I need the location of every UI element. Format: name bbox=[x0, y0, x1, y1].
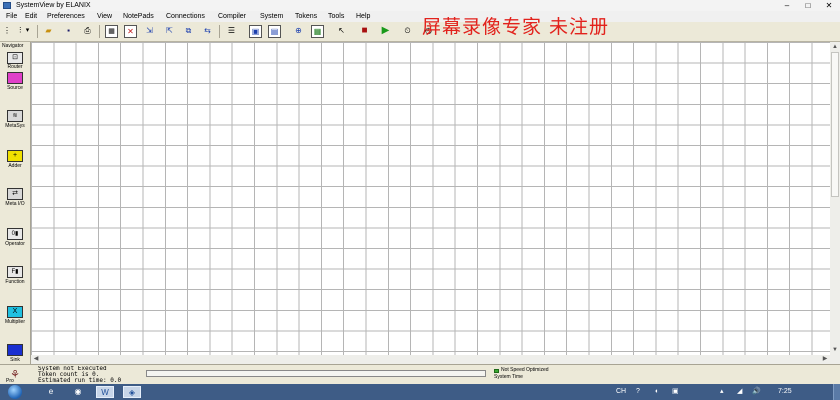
toolbar-grip-icon: ⋮ bbox=[3, 26, 11, 35]
horizontal-scrollbar[interactable]: ◀ ▶ bbox=[31, 355, 840, 364]
navigator-item-label: Sink bbox=[10, 357, 20, 363]
operator-icon: 0▮ bbox=[7, 228, 23, 240]
design-workspace[interactable] bbox=[31, 42, 830, 355]
close-button[interactable]: ✕ bbox=[821, 0, 837, 11]
tray-show-hidden-icon[interactable]: ▴ bbox=[720, 386, 724, 398]
menu-notepads[interactable]: NotePads bbox=[123, 12, 154, 21]
metasystem-icon[interactable]: ▣ bbox=[249, 25, 262, 38]
stop-icon[interactable]: ■ bbox=[358, 25, 371, 38]
tray-help-icon[interactable]: ? bbox=[636, 386, 640, 398]
menu-tokens[interactable]: Tokens bbox=[295, 12, 317, 21]
optimization-panel: Not Speed Optimized System Time bbox=[492, 367, 602, 384]
root-locus-icon[interactable]: ⊕ bbox=[292, 25, 305, 38]
menu-help[interactable]: Help bbox=[356, 12, 370, 21]
grid-icon[interactable]: ▦ bbox=[105, 25, 118, 38]
source-icon bbox=[7, 72, 23, 84]
navigator-item-label: Operator bbox=[5, 241, 25, 247]
connect-icon[interactable]: ⇲ bbox=[143, 25, 156, 38]
menu-bar: File Edit Preferences View NotePads Conn… bbox=[0, 11, 840, 22]
taskbar-systemview-icon[interactable]: ◈ bbox=[123, 386, 141, 398]
tray-volume-icon[interactable]: 🔊 bbox=[752, 386, 761, 398]
optimize-label: Not Speed Optimized bbox=[501, 367, 549, 373]
clock-icon[interactable]: ⏲ bbox=[401, 25, 414, 38]
toolbar-separator bbox=[219, 25, 220, 38]
open-folder-icon[interactable]: ▰ bbox=[42, 25, 55, 38]
toolbar-separator bbox=[37, 25, 38, 38]
vertical-scrollbar[interactable]: ▲ ▼ bbox=[830, 42, 840, 355]
navigator-title: Navigator bbox=[2, 43, 24, 49]
sink-icon bbox=[7, 344, 23, 356]
start-button[interactable] bbox=[8, 385, 22, 399]
app-icon[interactable] bbox=[3, 2, 11, 9]
system-message-box: System not Executed Token count is 0. Es… bbox=[38, 366, 142, 385]
taskbar-ie-icon[interactable]: e bbox=[42, 386, 60, 398]
menu-edit[interactable]: Edit bbox=[25, 12, 37, 21]
window-title: SystemView by ELANIX bbox=[16, 2, 91, 9]
navigator-item-label: Function bbox=[5, 279, 25, 285]
navigator-item-label: MetaSys bbox=[5, 123, 25, 129]
navigator-item-label: Multiplier bbox=[4, 319, 25, 325]
tray-network-icon[interactable]: ◢ bbox=[737, 386, 742, 398]
menu-connections[interactable]: Connections bbox=[166, 12, 205, 21]
notepad-icon[interactable]: ☰ bbox=[225, 25, 238, 38]
duplicate-icon[interactable]: ⧉ bbox=[182, 25, 195, 38]
menu-view[interactable]: View bbox=[97, 12, 112, 21]
pointer-icon[interactable]: ↖ bbox=[335, 25, 348, 38]
router-icon: ⊡ bbox=[7, 52, 23, 64]
scroll-up-icon[interactable]: ▲ bbox=[830, 42, 840, 52]
tray-ime-icon[interactable]: ◐ bbox=[655, 386, 659, 398]
menu-system[interactable]: System bbox=[260, 12, 283, 21]
menu-compiler[interactable]: Compiler bbox=[218, 12, 246, 21]
menu-file[interactable]: File bbox=[6, 12, 17, 21]
navigator-item-label: Source bbox=[7, 85, 23, 91]
tray-app-icon[interactable]: ▣ bbox=[672, 386, 679, 398]
vertical-scroll-thumb[interactable] bbox=[831, 52, 839, 197]
menu-preferences[interactable]: Preferences bbox=[47, 12, 85, 21]
status-bar: ⚘ Pro System not Executed Token count is… bbox=[0, 364, 840, 385]
taskbar-clock[interactable]: 7:25 bbox=[778, 386, 792, 398]
scroll-left-icon[interactable]: ◀ bbox=[31, 355, 41, 364]
toolbar-dropdown-icon[interactable]: ⋮ ▾ bbox=[12, 25, 34, 38]
taskbar-word-icon[interactable]: W bbox=[96, 386, 114, 398]
multiplier-icon: X bbox=[7, 306, 23, 318]
watermark: 屏幕录像专家 未注册 bbox=[422, 16, 610, 38]
maximize-button[interactable]: □ bbox=[800, 0, 816, 11]
scroll-right-icon[interactable]: ▶ bbox=[820, 355, 830, 364]
progress-bar bbox=[146, 370, 486, 377]
delete-icon[interactable]: ✕ bbox=[124, 25, 137, 38]
function-icon: F▮ bbox=[7, 266, 23, 278]
meta-io-icon: ⇄ bbox=[7, 188, 23, 200]
taskbar-media-icon[interactable]: ◉ bbox=[69, 386, 87, 398]
toolbar-separator bbox=[99, 25, 100, 38]
taskbar: e ◉ W ◈ CH ? ◐ ▣ ▴ ◢ 🔊 7:25 bbox=[0, 384, 840, 400]
print-icon[interactable]: ⎙ bbox=[81, 25, 94, 38]
tray-language-icon[interactable]: CH bbox=[616, 386, 626, 398]
menu-tools[interactable]: Tools bbox=[328, 12, 344, 21]
analysis-window-icon[interactable]: ▦ bbox=[311, 25, 324, 38]
system-time-label: System Time bbox=[494, 374, 523, 380]
scroll-down-icon[interactable]: ▼ bbox=[830, 345, 840, 355]
reverse-icon[interactable]: ⇆ bbox=[201, 25, 214, 38]
navigator-panel: Navigator ⊡ Router Source ≋ MetaSys + Ad… bbox=[0, 42, 31, 364]
metasys-icon: ≋ bbox=[7, 110, 23, 122]
meta-open-icon[interactable]: ▤ bbox=[268, 25, 281, 38]
navigator-item-label: Meta I/O bbox=[5, 201, 25, 207]
run-icon[interactable]: ▶ bbox=[379, 25, 392, 38]
save-icon[interactable]: ▪ bbox=[62, 25, 75, 38]
optimize-indicator-icon bbox=[494, 369, 499, 373]
show-desktop-button[interactable] bbox=[833, 384, 840, 400]
toolbar: ⋮ ⋮ ▾ ▰ ▪ ⎙ ▦ ✕ ⇲ ⇱ ⧉ ⇆ ☰ ▣ ▤ ⊕ ▦ ↖ ■ ▶ … bbox=[0, 22, 840, 42]
disconnect-icon[interactable]: ⇱ bbox=[163, 25, 176, 38]
navigator-item-label: Adder bbox=[8, 163, 22, 169]
navigator-item-label: Router bbox=[7, 64, 23, 70]
adder-icon: + bbox=[7, 150, 23, 162]
minimize-button[interactable]: – bbox=[779, 0, 795, 11]
